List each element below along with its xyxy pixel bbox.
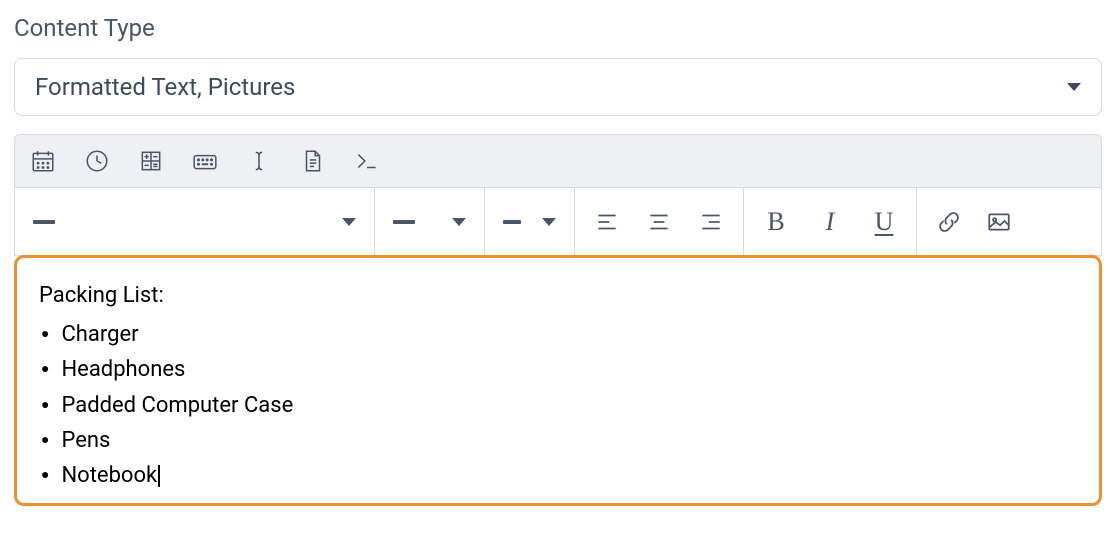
editor-bullet-list: Charger Headphones Padded Computer Case … [39, 317, 1077, 493]
terminal-icon[interactable] [353, 147, 381, 175]
list-item: Pens [39, 423, 1077, 458]
chevron-down-icon [342, 218, 356, 226]
chevron-down-icon [1067, 83, 1081, 91]
align-center-button[interactable] [645, 208, 673, 236]
insert-group [917, 188, 1031, 255]
keyboard-icon[interactable] [191, 147, 219, 175]
chevron-down-icon [452, 218, 466, 226]
chevron-down-icon [542, 218, 556, 226]
font-size-value-icon [503, 220, 521, 224]
image-button[interactable] [985, 208, 1013, 236]
font-size-dropdown[interactable] [485, 188, 575, 255]
align-right-button[interactable] [697, 208, 725, 236]
italic-button[interactable]: I [816, 208, 844, 236]
editor-content-area[interactable]: Packing List: Charger Headphones Padded … [14, 255, 1102, 506]
toolbar-row-1 [14, 134, 1102, 188]
rich-text-editor: B I U Packing List: Charger Headphones P… [14, 134, 1102, 507]
text-caret [158, 465, 160, 487]
list-item: Charger [39, 317, 1077, 352]
block-format-dropdown[interactable] [15, 188, 375, 255]
field-label: Content Type [14, 14, 1102, 42]
calendar-icon[interactable] [29, 147, 57, 175]
underline-button[interactable]: U [870, 208, 898, 236]
align-left-button[interactable] [593, 208, 621, 236]
list-item: Notebook [39, 458, 1077, 493]
alignment-group [575, 188, 744, 255]
font-family-dropdown[interactable] [375, 188, 485, 255]
bold-button[interactable]: B [762, 208, 790, 236]
clock-icon[interactable] [83, 147, 111, 175]
editor-title-line: Packing List: [39, 278, 1077, 313]
toolbar-row-2: B I U [14, 188, 1102, 256]
document-icon[interactable] [299, 147, 327, 175]
calculator-icon[interactable] [137, 147, 165, 175]
block-format-value-icon [33, 220, 55, 224]
content-type-value: Formatted Text, Pictures [35, 73, 295, 101]
list-item: Headphones [39, 352, 1077, 387]
text-style-group: B I U [744, 188, 917, 255]
link-button[interactable] [935, 208, 963, 236]
text-cursor-icon[interactable] [245, 147, 273, 175]
font-family-value-icon [393, 220, 415, 224]
list-item: Padded Computer Case [39, 388, 1077, 423]
content-type-select[interactable]: Formatted Text, Pictures [14, 58, 1102, 116]
